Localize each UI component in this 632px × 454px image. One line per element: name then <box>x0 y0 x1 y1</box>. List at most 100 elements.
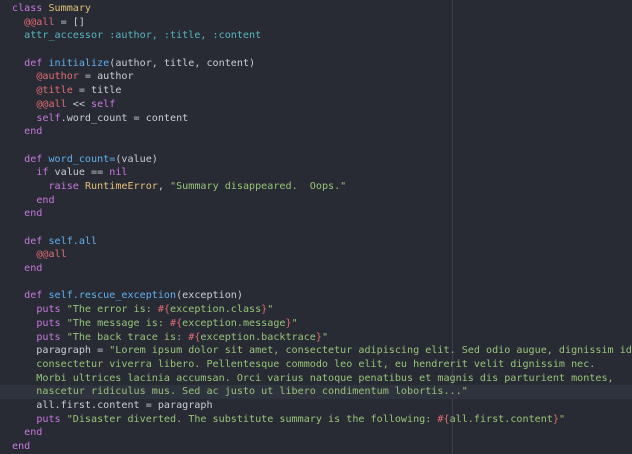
code-token-str: " <box>291 317 298 329</box>
code-token-op: << <box>66 98 92 110</box>
code-token-sym: attr_accessor :author, :title, :content <box>24 30 262 42</box>
code-token-str: " <box>321 331 329 343</box>
code-line[interactable]: @title = title <box>12 84 632 98</box>
code-token-op: all.first.content = paragraph <box>12 399 213 411</box>
code-line[interactable]: def initialize(author, title, content) <box>12 57 632 71</box>
code-line[interactable]: raise RuntimeError, "Summary disappeared… <box>12 180 632 194</box>
code-line[interactable]: end <box>12 262 632 276</box>
code-token-op <box>12 290 24 301</box>
code-line[interactable]: def word_count=(value) <box>12 153 632 167</box>
code-editor[interactable]: class Summary @@all = [] attr_accessor :… <box>0 0 632 454</box>
code-token-kw: def <box>24 235 49 247</box>
code-token-op: = title <box>72 85 122 97</box>
code-token-op <box>12 30 24 41</box>
code-line[interactable]: puts "Disaster diverted. The substitute … <box>12 413 632 427</box>
code-line[interactable]: consectetur viverra libero. Pellentesque… <box>12 358 632 372</box>
code-token-op <box>12 236 24 247</box>
code-token-fn: self.all <box>48 235 98 247</box>
code-token-str: exception.backtrace <box>200 331 316 343</box>
code-token-op: = [] <box>54 16 85 28</box>
code-token-op <box>12 154 24 165</box>
code-line[interactable]: end <box>12 440 632 454</box>
code-line[interactable]: attr_accessor :author, :title, :content <box>12 29 632 43</box>
code-token-op: value == <box>48 167 110 179</box>
code-line[interactable]: end <box>12 194 632 208</box>
code-line[interactable] <box>12 43 632 57</box>
code-token-op: (author, title, content) <box>109 57 256 69</box>
code-token-ivar: @@all <box>36 98 67 110</box>
code-line[interactable] <box>12 221 632 235</box>
code-token-op <box>12 427 24 438</box>
code-token-op <box>12 263 24 274</box>
code-token-op: (value) <box>115 153 158 165</box>
code-token-kw: def <box>24 290 49 302</box>
code-token-kw: raise <box>48 180 85 192</box>
code-token-op <box>12 304 36 315</box>
code-token-interp: #{ <box>437 413 450 425</box>
code-token-str: "The error is: <box>66 304 158 316</box>
code-token-str: "Summary disappeared. Oops." <box>170 180 347 192</box>
code-token-str: all.first.content <box>449 413 553 425</box>
code-line[interactable]: paragraph = "Lorem ipsum dolor sit amet,… <box>12 344 632 358</box>
code-token-interp: #{ <box>157 304 171 316</box>
code-token-op <box>12 195 36 206</box>
code-token-ivar: @author <box>36 71 79 83</box>
code-line[interactable]: @author = author <box>12 70 632 84</box>
code-token-fn: word_count= <box>48 153 116 165</box>
code-area[interactable]: class Summary @@all = [] attr_accessor :… <box>0 2 632 454</box>
code-token-op <box>12 167 36 178</box>
code-line[interactable]: class Summary <box>12 2 632 16</box>
code-token-op <box>12 414 36 425</box>
code-token-kw: end <box>36 194 55 206</box>
code-token-kw: end <box>24 208 43 220</box>
code-line[interactable] <box>12 276 632 290</box>
code-token-str: Morbi ultrices lacinia accumsan. Orci va… <box>12 372 614 384</box>
code-line[interactable] <box>12 139 632 153</box>
code-line[interactable]: puts "The error is: #{exception.class}" <box>12 303 632 317</box>
code-line[interactable]: @@all << self <box>12 98 632 112</box>
code-line[interactable]: def self.rescue_exception(exception) <box>12 289 632 303</box>
code-token-kw: puts <box>36 317 67 329</box>
code-token-str: exception.message <box>182 317 286 329</box>
code-token-op <box>12 71 36 82</box>
code-token-kw: def <box>24 57 49 69</box>
code-token-str: "Lorem ipsum dolor sit amet, consectetur… <box>109 345 632 357</box>
code-token-op <box>12 58 24 69</box>
code-line[interactable]: end <box>12 207 632 221</box>
code-token-op: (exception) <box>176 290 243 302</box>
code-token-cls: Summary <box>48 3 92 14</box>
code-line[interactable]: def self.all <box>12 235 632 249</box>
code-token-str: "Disaster diverted. The substitute summa… <box>66 413 438 425</box>
code-token-op <box>12 85 36 96</box>
code-token-op <box>12 126 24 137</box>
code-line[interactable]: end <box>12 125 632 139</box>
code-line[interactable]: end <box>12 426 632 440</box>
code-line[interactable]: puts "The back trace is: #{exception.bac… <box>12 331 632 345</box>
code-token-kw: self <box>91 98 116 110</box>
code-line[interactable]: all.first.content = paragraph <box>12 399 632 413</box>
code-line[interactable]: nascetur ridiculus mus. Sed ac justo ut … <box>0 385 632 399</box>
code-line[interactable]: self.word_count = content <box>12 112 632 126</box>
code-token-kw: end <box>24 263 43 275</box>
code-token-str: "The message is: <box>66 317 171 329</box>
code-token-op <box>12 113 36 124</box>
code-token-kw: class <box>12 3 49 14</box>
code-line[interactable]: puts "The message is: #{exception.messag… <box>12 317 632 331</box>
code-token-interp: #{ <box>170 317 183 329</box>
code-token-kw: self <box>36 112 61 124</box>
code-token-str: consectetur viverra libero. Pellentesque… <box>12 358 596 370</box>
code-token-cls: RuntimeError <box>84 180 158 192</box>
code-line[interactable]: if value == nil <box>12 166 632 180</box>
code-token-op <box>12 332 36 343</box>
code-token-fn: initialize <box>48 57 110 69</box>
code-token-str: " <box>558 413 566 425</box>
code-line[interactable]: @@all = [] <box>12 16 632 30</box>
code-token-str: " <box>267 304 274 316</box>
code-token-kw: puts <box>36 413 67 425</box>
code-line[interactable]: Morbi ultrices lacinia accumsan. Orci va… <box>12 372 632 386</box>
code-token-kw: if <box>36 167 49 179</box>
code-line[interactable]: @@all <box>12 248 632 262</box>
code-token-op: paragraph = <box>12 345 110 357</box>
code-token-op <box>12 99 36 110</box>
code-token-fn: self.rescue_exception <box>48 290 177 302</box>
